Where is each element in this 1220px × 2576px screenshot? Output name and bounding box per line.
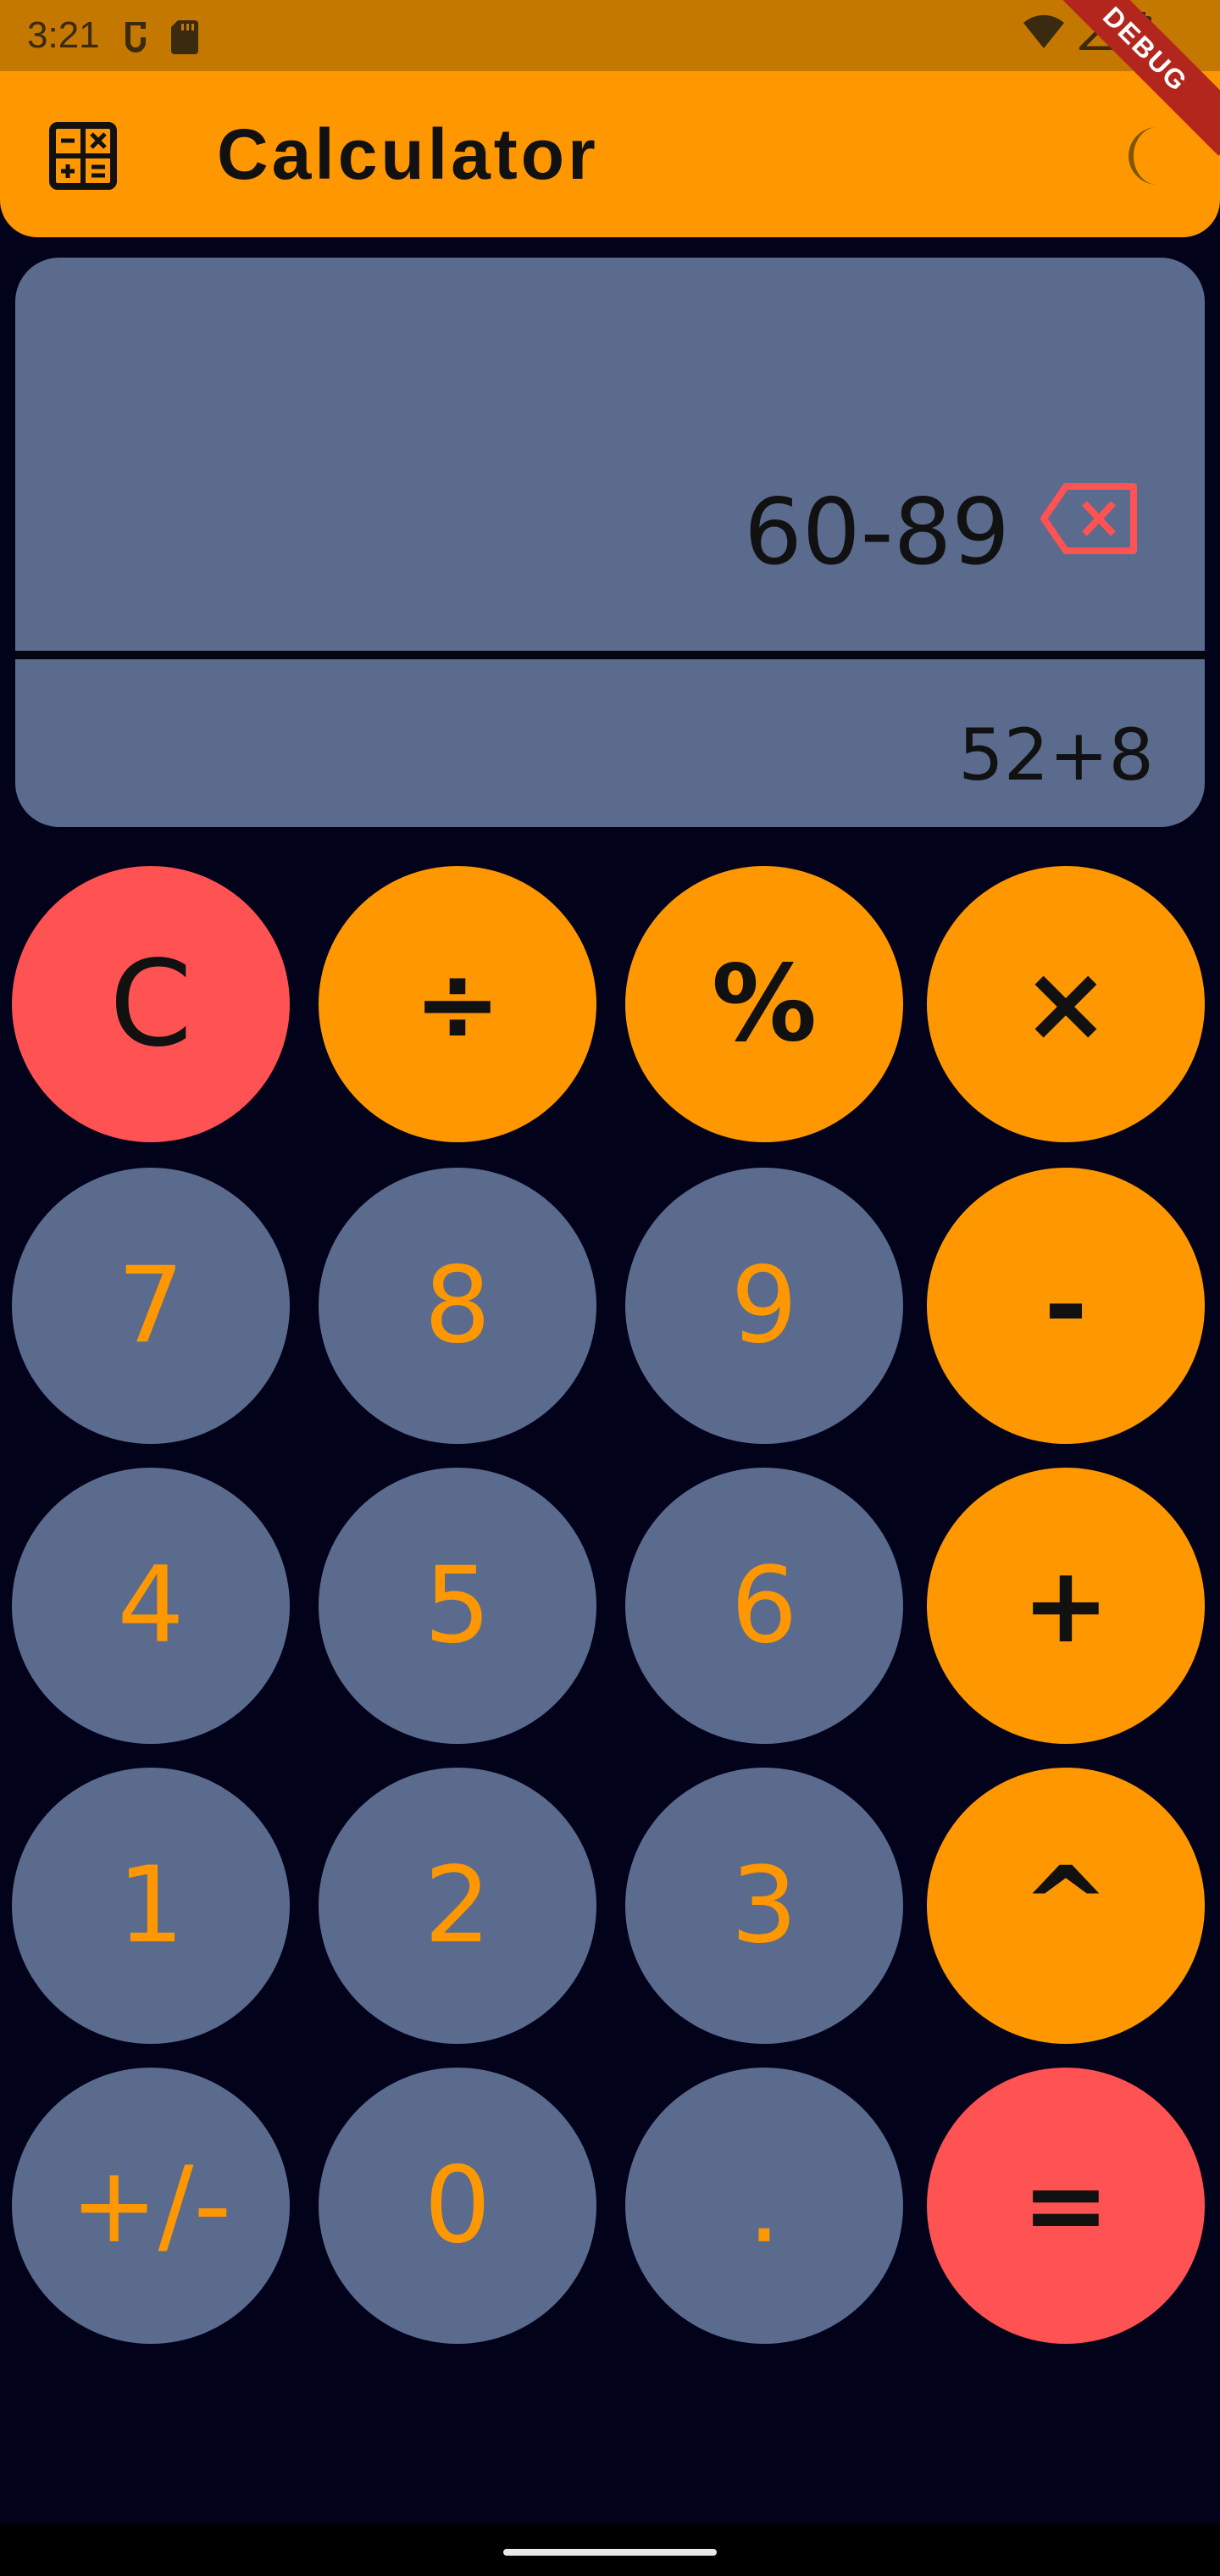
- digit-9-button[interactable]: 9: [625, 1168, 903, 1444]
- backspace-icon[interactable]: [1040, 481, 1142, 556]
- digit-6-button[interactable]: 6: [625, 1468, 903, 1744]
- digit-1-button[interactable]: 1: [12, 1768, 290, 2044]
- digit-7-button[interactable]: 7: [12, 1168, 290, 1444]
- expression-display: 60-89: [744, 480, 1010, 586]
- add-label: +: [1022, 1545, 1110, 1667]
- divide-button[interactable]: ÷: [319, 866, 596, 1142]
- sim-icon: [120, 17, 151, 54]
- display-divider: [15, 651, 1205, 659]
- equals-label: =: [1022, 2145, 1110, 2267]
- subtract-button[interactable]: -: [927, 1168, 1205, 1444]
- calculator-icon[interactable]: [49, 122, 117, 190]
- digit-4-button[interactable]: 4: [12, 1468, 290, 1744]
- percent-label: %: [711, 943, 818, 1065]
- clear-button[interactable]: C: [12, 866, 290, 1142]
- equals-button[interactable]: =: [927, 2068, 1205, 2344]
- negate-button[interactable]: +/-: [12, 2068, 290, 2344]
- digit-0-button[interactable]: 0: [319, 2068, 596, 2344]
- display-panel: 60-89 52+8: [15, 258, 1205, 827]
- history-display: 52+8: [958, 713, 1154, 797]
- decimal-button[interactable]: .: [625, 2068, 903, 2344]
- power-button[interactable]: ^: [927, 1768, 1205, 2044]
- status-bar: 3:21: [0, 0, 1220, 71]
- digit-3-button[interactable]: 3: [625, 1768, 903, 2044]
- subtract-label: -: [1044, 1245, 1088, 1367]
- moon-icon[interactable]: [1123, 124, 1178, 188]
- percent-button[interactable]: %: [625, 866, 903, 1142]
- digit-8-button[interactable]: 8: [319, 1168, 596, 1444]
- app-title: Calculator: [217, 114, 599, 194]
- divide-label: ÷: [413, 943, 502, 1065]
- home-indicator[interactable]: [503, 2549, 717, 2556]
- multiply-label: ×: [1022, 943, 1110, 1065]
- app-bar: Calculator: [0, 71, 1220, 237]
- power-label: ^: [1022, 1845, 1110, 1967]
- status-time: 3:21: [27, 14, 100, 56]
- digit-5-button[interactable]: 5: [319, 1468, 596, 1744]
- digit-2-button[interactable]: 2: [319, 1768, 596, 2044]
- wifi-icon: [1022, 13, 1066, 59]
- add-button[interactable]: +: [927, 1468, 1205, 1744]
- sd-card-icon: [169, 17, 200, 54]
- multiply-button[interactable]: ×: [927, 866, 1205, 1142]
